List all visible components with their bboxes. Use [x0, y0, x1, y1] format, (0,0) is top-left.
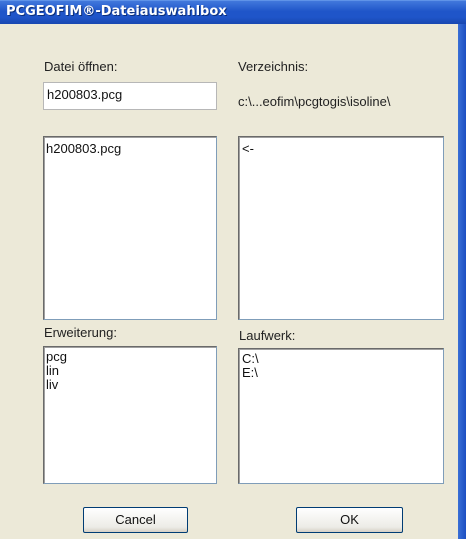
cancel-button[interactable]: Cancel [83, 507, 188, 533]
directory-path: c:\...eofim\pcgtogis\isoline\ [238, 94, 391, 109]
file-select-dialog: PCGEOFIM®-Dateiauswahlbox Datei öffnen: … [0, 0, 466, 539]
title-bar[interactable]: PCGEOFIM®-Dateiauswahlbox [0, 0, 466, 24]
window-frame-right [458, 24, 466, 539]
file-list-item[interactable]: h200803.pcg [46, 142, 121, 156]
extension-item-pcg[interactable]: pcg [46, 350, 67, 364]
extension-listbox[interactable]: pcg lin liv [43, 346, 217, 484]
extension-item-liv[interactable]: liv [46, 378, 58, 392]
window-title: PCGEOFIM®-Dateiauswahlbox [6, 4, 227, 19]
file-listbox[interactable]: h200803.pcg [43, 136, 217, 320]
file-name-input[interactable]: h200803.pcg [43, 82, 217, 110]
extension-label: Erweiterung: [44, 325, 117, 340]
drive-item-e[interactable]: E:\ [242, 366, 258, 380]
directory-list-item[interactable]: <- [242, 142, 254, 156]
drive-listbox[interactable]: C:\ E:\ [238, 348, 444, 484]
extension-item-lin[interactable]: lin [46, 364, 59, 378]
directory-label: Verzeichnis: [238, 59, 309, 74]
file-name-value: h200803.pcg [47, 87, 123, 102]
ok-button[interactable]: OK [296, 507, 403, 533]
drive-label: Laufwerk: [239, 328, 296, 343]
file-open-label: Datei öffnen: [44, 59, 118, 74]
directory-listbox[interactable]: <- [238, 136, 444, 320]
drive-item-c[interactable]: C:\ [242, 352, 259, 366]
dialog-client-area: Datei öffnen: h200803.pcg Verzeichnis: c… [0, 24, 458, 539]
